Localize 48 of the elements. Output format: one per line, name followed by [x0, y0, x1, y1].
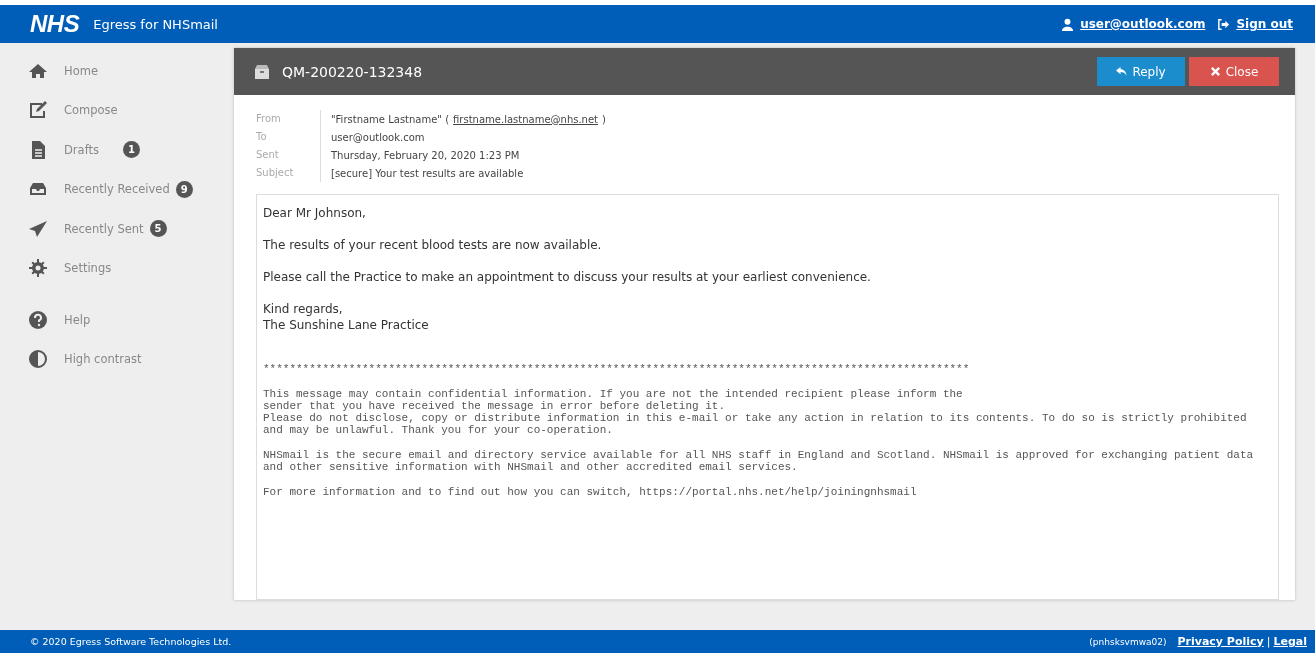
field-label: To [256, 128, 321, 146]
disclaimer-text: NHSmail is the secure email and directory service available for all NHS staff in England and Scotland. NHSmail is approved for exchanging patient data and other sensitive information with NHSmail and other accredited email services. [263, 449, 1255, 473]
body-paragraph: Kind regards, The Sunshine Lane Practice [263, 301, 430, 333]
disclaimer-text: For more information and to find out how you can switch, https://portal.nhs.net/help/joiningnhsmail [263, 486, 918, 498]
user-icon [1061, 17, 1075, 31]
field-label: From [256, 110, 321, 128]
footer-link[interactable]: Privacy Policy [1177, 635, 1264, 648]
count-badge: 9 [175, 180, 193, 198]
field-label: Subject [256, 164, 321, 182]
sidebar-item[interactable]: Recently Received 9 [0, 169, 234, 209]
nhs-logo: NHS [30, 10, 80, 38]
copyright-text: © 2020 Egress Software Technologies Ltd. [30, 636, 232, 647]
field-label: Sent [256, 146, 321, 164]
email-link[interactable]: firstname.lastname@nhs.net [453, 113, 598, 125]
field-value: Thursday, February 20, 2020 1:23 PM [331, 149, 520, 161]
field-value: user@outlook.com [331, 131, 425, 143]
help-icon [28, 309, 48, 330]
count-badge: 1 [123, 141, 140, 159]
edit-icon [28, 100, 48, 121]
app-name: Egress for NHSmail [93, 16, 218, 32]
body-paragraph: Dear Mr Johnson, [263, 205, 367, 221]
separator: | [1266, 635, 1271, 648]
disclaimer-text: *********************************************************************************************************** [263, 363, 971, 375]
settings-icon [28, 258, 48, 279]
field-value: [secure] Your test results are available [331, 167, 524, 179]
sign-out-link[interactable]: Sign out [1236, 17, 1293, 31]
user-link[interactable]: user@outlook.com [1080, 17, 1206, 31]
message-id: QM-200220-132348 [282, 63, 423, 80]
body-paragraph: Please call the Practice to make an appointment to discuss your results at your earliest convenience. [263, 269, 872, 285]
sidebar-item[interactable]: High contrast [0, 339, 234, 379]
sender-name: "Firstname Lastname" ( [331, 113, 450, 125]
box-icon [254, 63, 270, 80]
body-paragraph: The results of your recent blood tests are now available. [263, 237, 603, 253]
server-name: (pnhsksvmwa02) [1089, 636, 1167, 647]
count-badge: 5 [149, 220, 167, 238]
sidebar-item[interactable]: Drafts 1 [0, 130, 234, 170]
disclaimer-text: This message may contain confidential information. If you are not the intended recipient please inform the sender that you have received the message in error before deleting it. Please do not disclose, copy or distribute information in this e-mail or take any action in relation to its contents. To do so is strictly prohibited and may be unlawful. Thank you for your co-operation. [263, 388, 1248, 436]
sign-out-icon [1217, 17, 1231, 31]
reply-button[interactable]: Reply [1097, 57, 1185, 86]
bracket-text: ) [602, 113, 606, 125]
contrast-icon [28, 349, 48, 370]
sidebar-item[interactable]: Home [0, 51, 234, 91]
paper-plane-icon [28, 218, 48, 239]
close-icon [1209, 66, 1221, 77]
reply-icon [1116, 66, 1128, 77]
sidebar-item[interactable]: Recently Sent 5 [0, 209, 234, 249]
footer-link[interactable]: Legal [1273, 635, 1307, 648]
close-button[interactable]: Close [1189, 57, 1279, 86]
